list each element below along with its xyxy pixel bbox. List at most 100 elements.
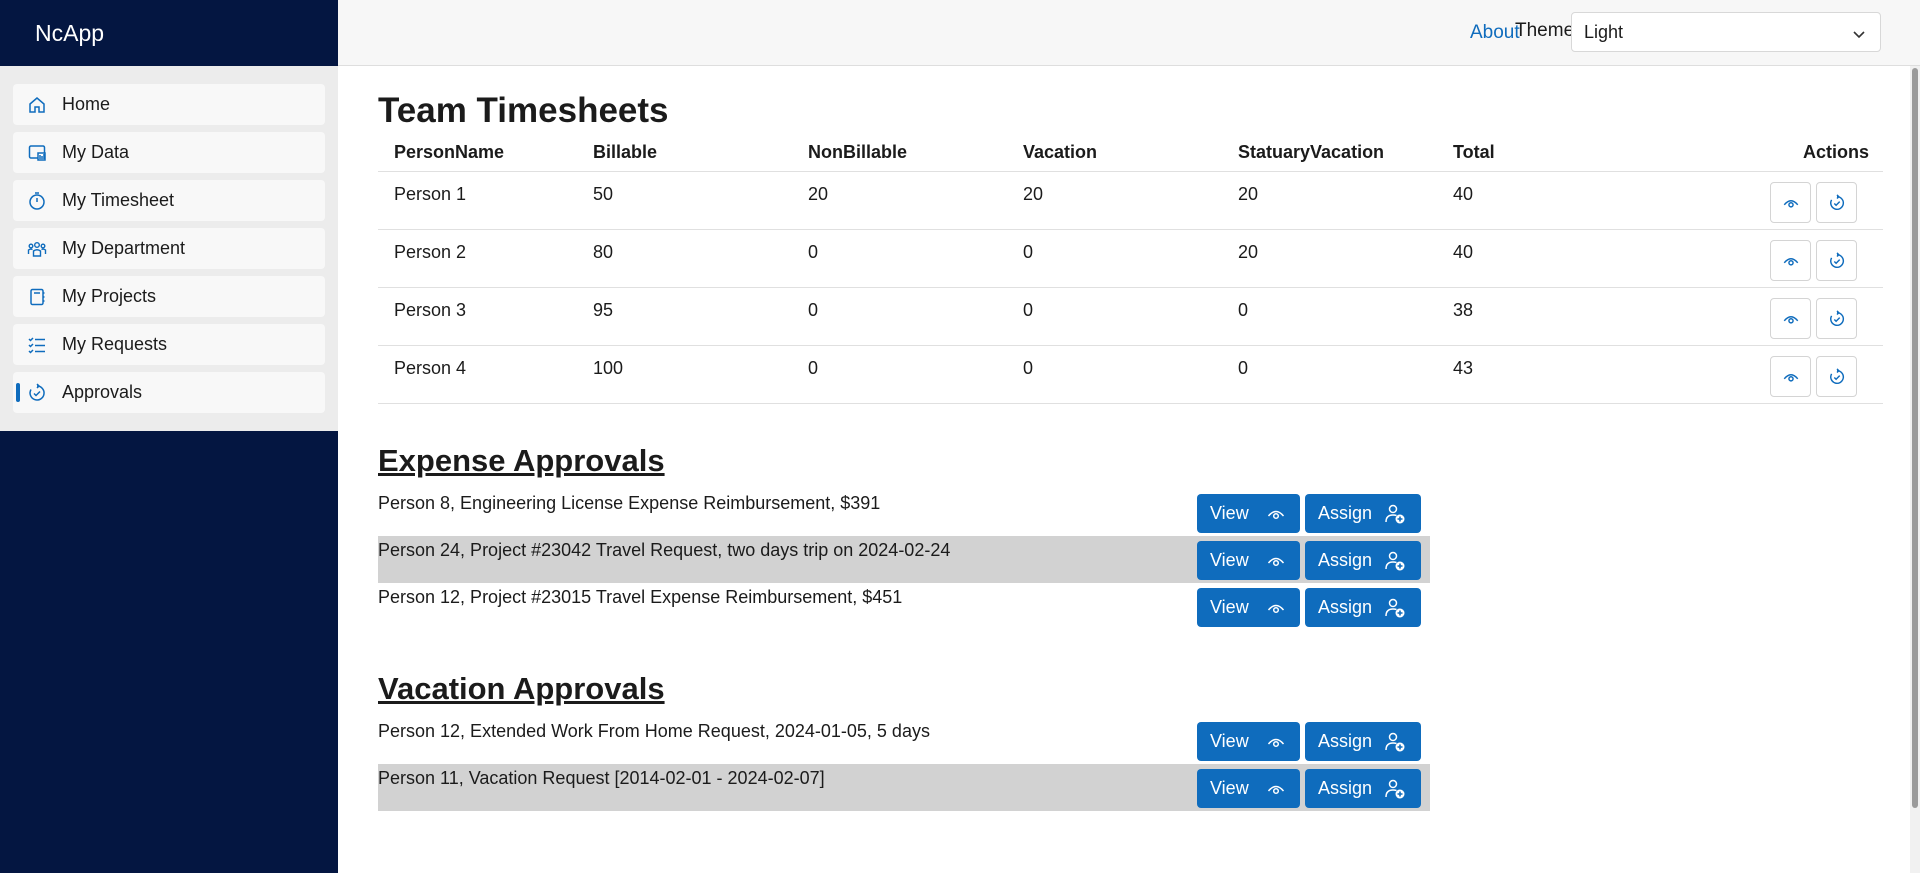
view-button-label: View [1210, 731, 1249, 751]
eye-icon [1783, 315, 1798, 324]
approval-description: Person 8, Engineering License Expense Re… [378, 493, 881, 513]
cell-vacation: 0 [1023, 300, 1034, 320]
cell-total: 40 [1453, 242, 1474, 262]
cell-nonbillable: 0 [808, 358, 819, 378]
sidebar-item-label: My Department [62, 238, 186, 258]
person-add-icon [1383, 596, 1407, 620]
person-add-icon [1383, 730, 1407, 754]
view-row-button[interactable] [1770, 356, 1811, 397]
vacation-approvals-list: Person 12, Extended Work From Home Reque… [378, 717, 1430, 811]
approve-row-button[interactable] [1816, 356, 1857, 397]
approval-icon [1829, 367, 1844, 384]
assign-button[interactable]: Assign [1305, 541, 1421, 580]
eye-icon [1783, 257, 1798, 266]
cell-total: 40 [1453, 184, 1474, 204]
sidebar-item-approvals[interactable]: Approvals [13, 372, 325, 413]
approve-row-button[interactable] [1816, 240, 1857, 281]
theme-label: Theme [1515, 20, 1575, 41]
approval-icon [26, 382, 48, 404]
assign-button[interactable]: Assign [1305, 494, 1421, 533]
table-row: Person 4 100 0 0 0 43 [378, 346, 1883, 404]
row-actions [1668, 288, 1883, 339]
page-scrollbar[interactable] [1910, 66, 1920, 873]
timer-icon [26, 190, 48, 212]
list-item: Person 24, Project #23042 Travel Request… [378, 536, 1430, 583]
column-header: Vacation [1023, 142, 1098, 162]
cell-nonbillable: 0 [808, 242, 819, 262]
people-icon [26, 238, 48, 260]
sidebar-item-label: My Requests [62, 334, 168, 354]
cell-statuary-vacation: 20 [1238, 184, 1259, 204]
list-item: Person 8, Engineering License Expense Re… [378, 489, 1430, 536]
column-header: PersonName [394, 142, 505, 162]
assign-button[interactable]: Assign [1305, 769, 1421, 808]
eye-icon [1266, 779, 1286, 799]
theme-select-value: Light [1584, 21, 1624, 42]
approve-row-button[interactable] [1816, 182, 1857, 223]
cell-person-name: Person 4 [394, 358, 467, 378]
page-title: Team Timesheets [378, 91, 669, 130]
view-row-button[interactable] [1770, 240, 1811, 281]
sidebar-item-label: Home [62, 94, 111, 114]
assign-button[interactable]: Assign [1305, 588, 1421, 627]
sidebar-item-label: My Projects [62, 286, 157, 306]
column-header: Actions [1802, 142, 1869, 162]
view-button[interactable]: View [1197, 588, 1300, 627]
cell-vacation: 20 [1023, 184, 1044, 204]
list-item: Person 12, Project #23015 Travel Expense… [378, 583, 1430, 630]
brand-logo[interactable]: NcApp [0, 0, 338, 66]
approve-row-button[interactable] [1816, 298, 1857, 339]
cell-statuary-vacation: 0 [1238, 358, 1249, 378]
approval-description: Person 11, Vacation Request [2014-02-01 … [378, 768, 825, 788]
person-add-icon [1383, 777, 1407, 801]
approval-icon [1829, 309, 1844, 326]
view-button[interactable]: View [1197, 541, 1300, 580]
cell-person-name: Person 1 [394, 184, 467, 204]
scrollbar-thumb[interactable] [1912, 68, 1918, 808]
eye-icon [1266, 551, 1286, 571]
view-button[interactable]: View [1197, 722, 1300, 761]
cell-billable: 100 [593, 358, 624, 378]
sidebar-item-my-projects[interactable]: My Projects [13, 276, 325, 317]
assign-button[interactable]: Assign [1305, 722, 1421, 761]
approval-actions: View Assign [1197, 769, 1421, 808]
table-row: Person 2 80 0 0 20 40 [378, 230, 1883, 288]
eye-icon [1783, 199, 1798, 208]
sidebar-item-my-data[interactable]: My Data [13, 132, 325, 173]
sidebar-item-home[interactable]: Home [13, 84, 325, 125]
eye-icon [1266, 598, 1286, 618]
sidebar-item-my-department[interactable]: My Department [13, 228, 325, 269]
assign-button-label: Assign [1318, 597, 1373, 617]
row-actions [1668, 346, 1883, 397]
assign-button-label: Assign [1318, 778, 1373, 798]
view-row-button[interactable] [1770, 298, 1811, 339]
expense-approvals-list: Person 8, Engineering License Expense Re… [378, 489, 1430, 630]
about-link[interactable]: About [1470, 22, 1520, 44]
cell-person-name: Person 2 [394, 242, 467, 262]
assign-button-label: Assign [1318, 550, 1373, 570]
eye-icon [1266, 732, 1286, 752]
theme-select[interactable]: Light [1571, 12, 1881, 52]
table-row: Person 1 50 20 20 20 40 [378, 172, 1883, 230]
approval-icon [1829, 251, 1844, 268]
sidebar-item-my-timesheet[interactable]: My Timesheet [13, 180, 325, 221]
assign-button-label: Assign [1318, 731, 1373, 751]
view-button-label: View [1210, 597, 1249, 617]
cell-vacation: 0 [1023, 242, 1034, 262]
eye-icon [1266, 504, 1286, 524]
cell-billable: 50 [593, 184, 614, 204]
list-item: Person 11, Vacation Request [2014-02-01 … [378, 764, 1430, 811]
approval-description: Person 24, Project #23042 Travel Request… [378, 540, 951, 560]
approval-description: Person 12, Extended Work From Home Reque… [378, 721, 930, 741]
column-header: Billable [593, 142, 658, 162]
vacation-approvals-title: Vacation Approvals [378, 671, 665, 706]
view-button[interactable]: View [1197, 769, 1300, 808]
view-row-button[interactable] [1770, 182, 1811, 223]
cell-person-name: Person 3 [394, 300, 467, 320]
view-button[interactable]: View [1197, 494, 1300, 533]
sidebar-item-my-requests[interactable]: My Requests [13, 324, 325, 365]
cell-nonbillable: 0 [808, 300, 819, 320]
cell-billable: 80 [593, 242, 614, 262]
row-actions [1668, 172, 1883, 223]
task-list-icon [26, 334, 48, 356]
